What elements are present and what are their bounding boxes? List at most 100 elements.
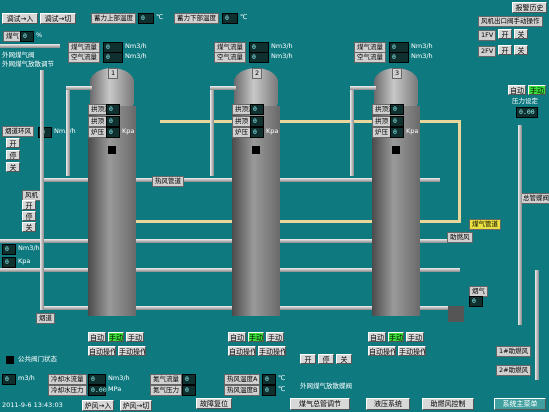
alarm-history-button[interactable]: 报警历史 <box>512 2 547 13</box>
stove1-number: 1 <box>108 68 119 79</box>
fv2-open-button[interactable]: 开 <box>498 45 512 55</box>
cool-flow-label: 冷却水流量 <box>48 374 87 385</box>
pressure-manual-button[interactable]: 手动 <box>528 85 546 95</box>
fan-stop-button[interactable]: 停 <box>22 211 36 221</box>
group3-auto-op-button[interactable]: 自动操作 <box>368 346 396 356</box>
stove2-pipe-a <box>210 86 214 176</box>
cool-flow-unit: Nm3/h <box>108 374 130 382</box>
stove2-vault-value: 0 <box>250 104 264 115</box>
stove1-air-flow-unit: Nm3/h <box>125 52 147 60</box>
debug-cut-button[interactable]: 调试→切 <box>40 13 76 24</box>
stove-in-button[interactable]: 炉风→入 <box>82 400 114 411</box>
fv2-close-button[interactable]: 关 <box>514 45 528 55</box>
fv1-label: 1FV <box>478 30 497 41</box>
group2-manual2-button[interactable]: 手动 <box>266 332 284 342</box>
bypass-open-button[interactable]: 开 <box>300 354 316 364</box>
gas-adjust-button[interactable]: 煤气总管调节 <box>290 398 350 410</box>
group3-auto-button[interactable]: 自动 <box>368 332 386 342</box>
fault-reset-button[interactable]: 故障复位 <box>196 398 232 409</box>
cool-pressure-unit: MPa <box>108 385 122 393</box>
stove2-dome-label: 拱顶 <box>232 116 251 127</box>
stove3-pressure-unit: Kpa <box>406 127 419 135</box>
group1-manual-button[interactable]: 手动 <box>108 332 124 342</box>
stove1-pressure-label: 炉压 <box>88 127 107 138</box>
far-right-pipe <box>535 270 539 380</box>
hot-air-label: 热风管道 <box>152 176 184 187</box>
fv1-open-button[interactable]: 开 <box>498 29 512 39</box>
hydraulic-button[interactable]: 液压系统 <box>366 398 410 410</box>
stove2-air-flow-unit: Nm3/h <box>271 52 293 60</box>
pressure-setting-label: 压力设定 <box>512 97 538 105</box>
fan-press-value: 0 <box>2 257 16 268</box>
lower-temp-label: 蓄力下部温度 <box>174 13 219 24</box>
stove3-pressure-value: 0 <box>390 127 404 138</box>
bottom-flow-unit: m3/h <box>18 374 35 382</box>
stove1-vault-value: 0 <box>106 104 120 115</box>
bypass-stop-button[interactable]: 停 <box>318 354 334 364</box>
outer-valve-adjust-label: 外网煤气放散调节 <box>2 60 54 68</box>
public-valve-label: 公共阀门状态 <box>18 355 57 363</box>
left-gas-unit: % <box>36 31 43 39</box>
group3-manual-button[interactable]: 手动 <box>388 332 404 342</box>
stove1-air-flow-label: 空气流量 <box>68 52 100 63</box>
fan-outlet-valve-label: 风机出口阀手动操作 <box>478 16 543 27</box>
fan-press-unit: Kpa <box>18 257 31 265</box>
ring-open-button[interactable]: 开 <box>6 138 20 148</box>
group3-manual2-button[interactable]: 手动 <box>406 332 424 342</box>
stove-cut-button[interactable]: 炉风→切 <box>120 400 152 411</box>
group2-manual-op-button[interactable]: 手动操作 <box>258 346 286 356</box>
group1-auto-op-button[interactable]: 自动操作 <box>88 346 116 356</box>
gas-yellow-pipe-right <box>458 120 461 223</box>
stove2-dome-value: 0 <box>250 116 264 127</box>
outer-valve-adjust-bottom: 外网煤气放散蝶阀 <box>300 382 352 390</box>
bypass-close-button[interactable]: 关 <box>336 354 352 364</box>
auxiliary-fan-label: 助燃风 <box>447 232 473 243</box>
combustion-fan-button[interactable]: 助燃风控制 <box>422 398 474 410</box>
stove1-air-flow-value: 0 <box>103 52 123 63</box>
group2-manual-button[interactable]: 手动 <box>248 332 264 342</box>
stove1-dome-value: 0 <box>106 116 120 127</box>
left-gas-value: 0 <box>20 31 34 42</box>
stove3-vault-value: 0 <box>390 104 404 115</box>
fan1-label: 1#助燃风 <box>496 346 532 357</box>
n2-flow-label: 氮气流量 <box>150 374 182 385</box>
stove2-indicator <box>252 146 260 154</box>
ring-stop-button[interactable]: 停 <box>6 150 20 160</box>
fan2-label: 2#助燃风 <box>496 365 532 376</box>
group2-auto-op-button[interactable]: 自动操作 <box>228 346 256 356</box>
group3-manual-op-button[interactable]: 手动操作 <box>398 346 426 356</box>
fv2-label: 2FV <box>478 46 497 57</box>
hot-temp-a-label: 热风温度A <box>224 374 261 385</box>
hot-temp-b-unit: ℃ <box>278 385 286 393</box>
stove2-gas-flow-unit: Nm3/h <box>271 42 293 50</box>
stove3-dome-value: 0 <box>390 116 404 127</box>
stove1-pressure-value: 0 <box>106 127 120 138</box>
group2-auto-button[interactable]: 自动 <box>228 332 246 342</box>
group1-auto-button[interactable]: 自动 <box>88 332 106 342</box>
pressure-setting-value[interactable]: 0.00 <box>516 107 538 118</box>
hot-temp-a-unit: ℃ <box>278 374 286 382</box>
stove1-pipe-a <box>66 86 70 176</box>
ring-close-button[interactable]: 关 <box>6 162 20 172</box>
pressure-auto-button[interactable]: 自动 <box>508 85 526 95</box>
lower-temp-unit: ℃ <box>240 13 248 21</box>
stove3-pressure-label: 炉压 <box>372 127 391 138</box>
fan-close-button[interactable]: 关 <box>22 222 36 232</box>
debug-in-button[interactable]: 调试→入 <box>2 13 38 24</box>
stove3-air-flow-value: 0 <box>389 52 409 63</box>
stove3-pipe-a <box>350 86 354 176</box>
stove3-indicator <box>392 146 400 154</box>
n2-pressure-value: 0 <box>182 385 196 396</box>
cool-pressure-label: 冷却水压力 <box>48 385 87 396</box>
fv1-close-button[interactable]: 关 <box>514 29 528 39</box>
stove1-pressure-unit: Kpa <box>122 127 135 135</box>
main-menu-button[interactable]: 系统主菜单 <box>494 398 546 410</box>
stove2-air-flow-value: 0 <box>249 52 269 63</box>
chimney-block <box>448 306 464 322</box>
outer-valve-label: 外网煤气阀 <box>2 51 35 59</box>
hot-temp-b-label: 热风温度B <box>224 385 261 396</box>
group1-manual2-button[interactable]: 手动 <box>126 332 144 342</box>
fan-open-button[interactable]: 开 <box>22 200 36 210</box>
cool-pressure-value: 0.00 <box>88 385 107 396</box>
group1-manual-op-button[interactable]: 手动操作 <box>118 346 146 356</box>
